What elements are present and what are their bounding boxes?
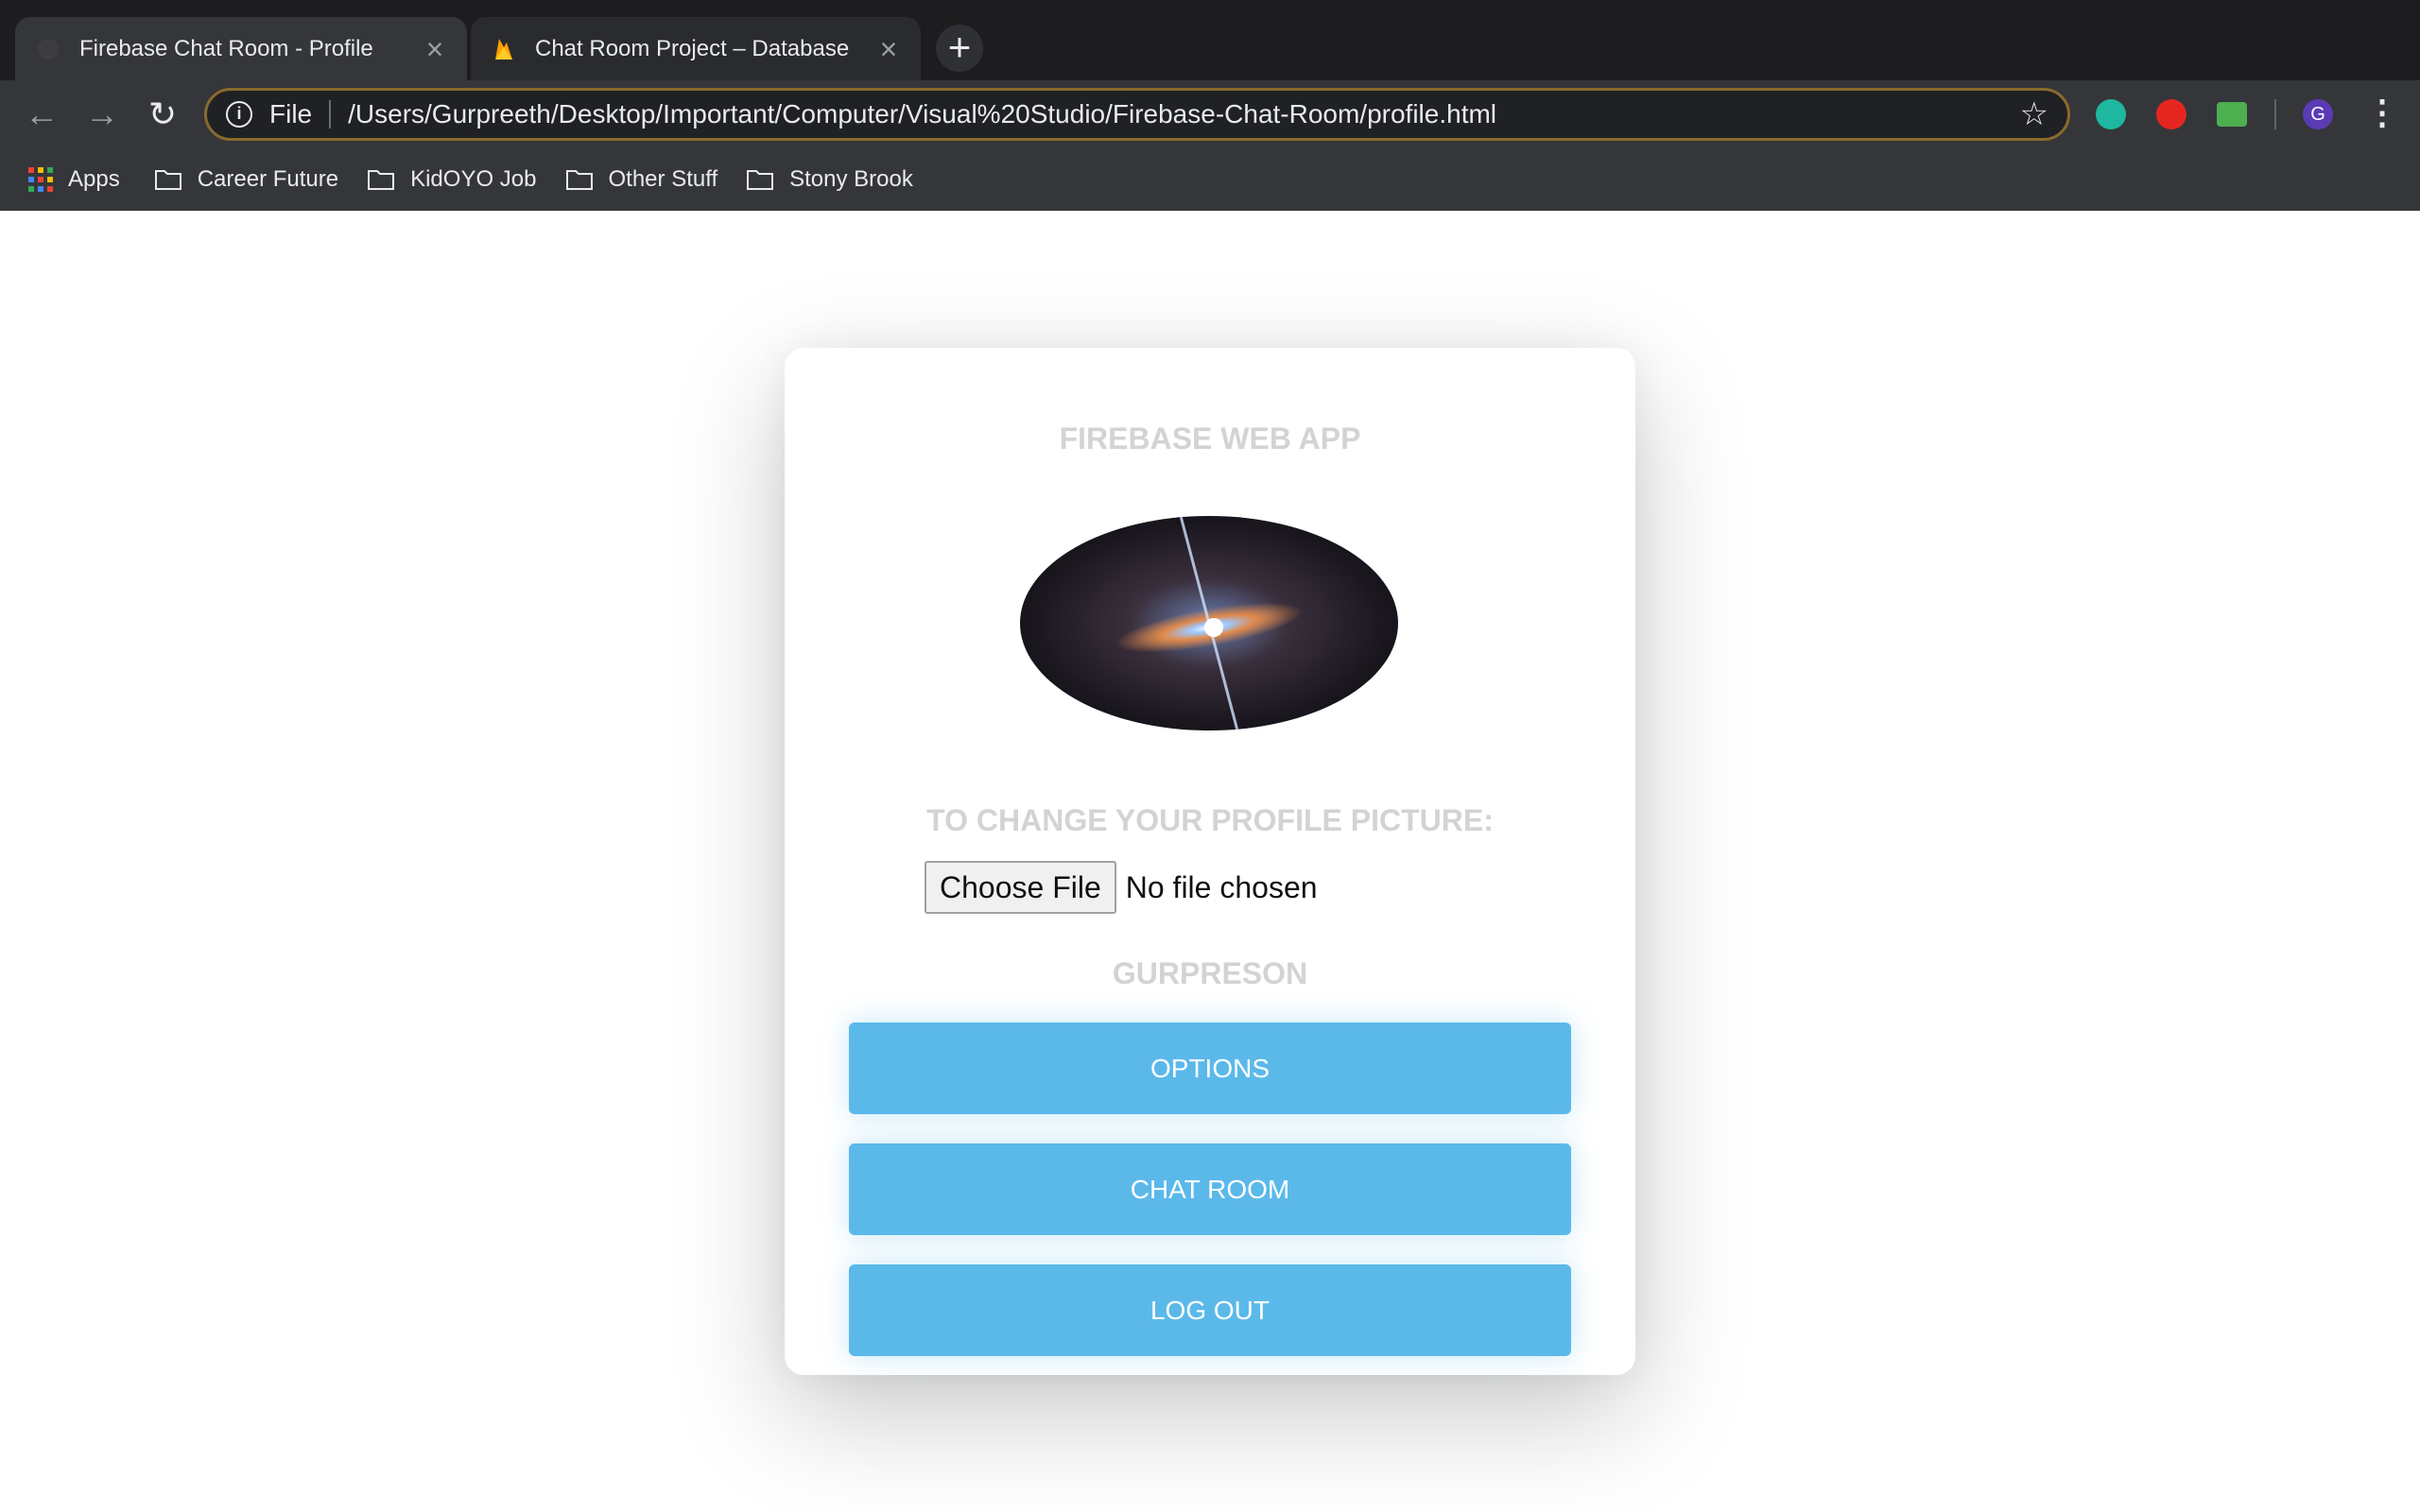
change-picture-label: TO CHANGE YOUR PROFILE PICTURE: bbox=[926, 803, 1494, 837]
choose-file-button[interactable]: Choose File bbox=[925, 861, 1116, 914]
folder-icon bbox=[565, 170, 593, 190]
firebase-icon bbox=[495, 38, 512, 60]
bookmark-career-future[interactable]: Career Future bbox=[154, 166, 338, 193]
tab-strip: Firebase Chat Room - Profile × Chat Room… bbox=[0, 0, 2420, 80]
bookmark-label: Stony Brook bbox=[789, 166, 913, 192]
app-title: FIREBASE WEB APP bbox=[1059, 421, 1361, 455]
close-icon[interactable]: × bbox=[422, 34, 448, 64]
info-icon[interactable]: i bbox=[226, 101, 252, 128]
bookmarks-bar: Apps Career Future KidOYO Job Other Stuf… bbox=[0, 148, 2420, 211]
tab-title: Firebase Chat Room - Profile bbox=[79, 35, 373, 61]
new-tab-button[interactable]: + bbox=[936, 25, 983, 72]
bookmark-label: Other Stuff bbox=[608, 166, 718, 192]
tab-database[interactable]: Chat Room Project – Database × bbox=[471, 17, 921, 80]
menu-icon[interactable]: ⋮ bbox=[2365, 92, 2399, 137]
log-out-button[interactable]: LOG OUT bbox=[849, 1264, 1571, 1356]
address-bar[interactable]: i File /Users/Gurpreeth/Desktop/Importan… bbox=[204, 88, 2070, 141]
folder-icon bbox=[747, 170, 774, 190]
apps-grid-icon bbox=[28, 167, 53, 192]
bookmark-label: Apps bbox=[68, 166, 120, 192]
toolbar: ← → ↻ i File /Users/Gurpreeth/Desktop/Im… bbox=[0, 80, 2420, 148]
forward-icon[interactable]: → bbox=[79, 92, 125, 137]
bookmark-label: Career Future bbox=[197, 166, 339, 192]
mail-check-icon[interactable] bbox=[2217, 102, 2247, 127]
star-icon[interactable]: ☆ bbox=[2020, 95, 2048, 133]
reload-icon[interactable]: ↻ bbox=[140, 92, 185, 137]
url-text[interactable]: /Users/Gurpreeth/Desktop/Important/Compu… bbox=[348, 99, 2019, 129]
adblock-hand-icon[interactable] bbox=[2156, 99, 2187, 129]
folder-icon bbox=[154, 170, 182, 190]
profile-avatar[interactable]: G bbox=[2303, 99, 2333, 129]
username: GURPRESON bbox=[1112, 956, 1308, 990]
bookmark-kidoyo-job[interactable]: KidOYO Job bbox=[367, 166, 537, 193]
options-button[interactable]: OPTIONS bbox=[849, 1022, 1571, 1114]
profile-picture bbox=[1020, 516, 1398, 730]
extension-m-icon[interactable] bbox=[2096, 99, 2126, 129]
bookmark-label: KidOYO Job bbox=[410, 166, 537, 192]
globe-icon bbox=[38, 38, 59, 60]
browser-chrome: Firebase Chat Room - Profile × Chat Room… bbox=[0, 0, 2420, 211]
bookmark-apps[interactable]: Apps bbox=[28, 166, 120, 193]
bookmark-stony-brook[interactable]: Stony Brook bbox=[746, 166, 913, 193]
tab-profile[interactable]: Firebase Chat Room - Profile × bbox=[15, 17, 467, 80]
tab-title: Chat Room Project – Database bbox=[535, 35, 850, 61]
file-input: Choose File No file chosen bbox=[925, 861, 1318, 914]
bookmark-other-stuff[interactable]: Other Stuff bbox=[565, 166, 718, 193]
back-icon[interactable]: ← bbox=[19, 92, 64, 137]
divider bbox=[329, 100, 332, 129]
chat-room-button[interactable]: CHAT ROOM bbox=[849, 1143, 1571, 1235]
divider bbox=[2274, 99, 2276, 129]
file-status: No file chosen bbox=[1125, 869, 1318, 904]
scheme-label: File bbox=[269, 99, 313, 129]
profile-card: FIREBASE WEB APP TO CHANGE YOUR PROFILE … bbox=[785, 348, 1635, 1375]
folder-icon bbox=[368, 170, 395, 190]
close-icon[interactable]: × bbox=[875, 34, 902, 64]
